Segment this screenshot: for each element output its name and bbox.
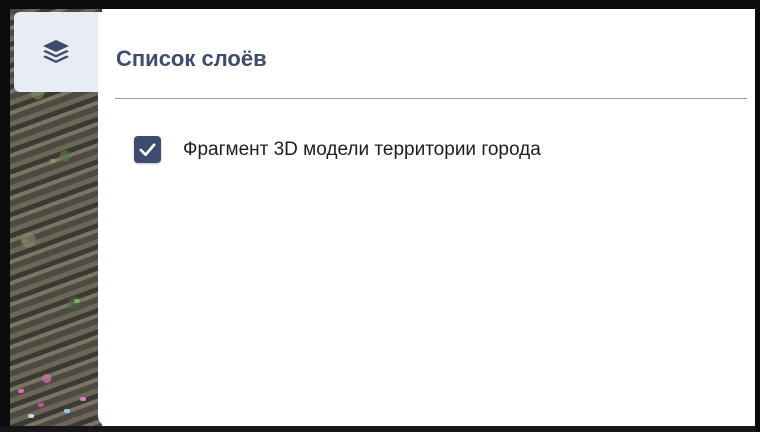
layers-icon	[43, 40, 69, 63]
checkmark-icon	[139, 143, 156, 157]
layer-label: Фрагмент 3D модели территории города	[183, 138, 541, 160]
window-border-right	[755, 0, 760, 432]
layer-item[interactable]: Фрагмент 3D модели территории города	[134, 136, 541, 163]
window-border-bottom	[0, 426, 760, 432]
window-border-top	[0, 0, 760, 9]
layers-toggle-button[interactable]	[14, 12, 98, 92]
title-divider	[115, 98, 747, 99]
window-border-left	[0, 0, 10, 432]
layer-checkbox[interactable]	[134, 136, 161, 163]
layers-panel: Список слоёв Фрагмент 3D модели территор…	[98, 12, 755, 426]
app-window: Список слоёв Фрагмент 3D модели территор…	[0, 0, 760, 432]
panel-title: Список слоёв	[116, 46, 267, 71]
